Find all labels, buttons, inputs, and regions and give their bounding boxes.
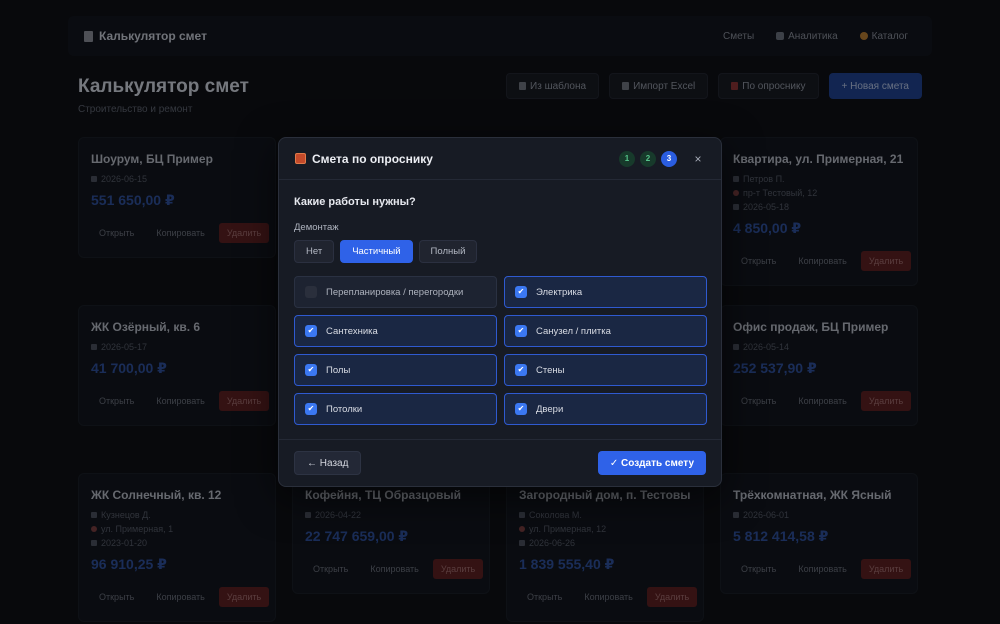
checkbox[interactable]: ✔: [515, 403, 527, 415]
work-option[interactable]: ✔ Полы: [294, 354, 497, 386]
work-option[interactable]: ✔ Двери: [504, 393, 707, 425]
option-label: Санузел / плитка: [536, 325, 611, 337]
calendar-icon: [295, 153, 306, 164]
step-2: 2: [640, 150, 656, 167]
option-label: Сантехника: [326, 325, 378, 337]
work-option[interactable]: ✔ Потолки: [294, 393, 497, 425]
segment-partial[interactable]: Частичный: [340, 240, 413, 263]
work-option[interactable]: ✔ Санузел / плитка: [504, 315, 707, 347]
modal-footer: ← Назад ✓ Создать смету: [279, 439, 721, 486]
option-label: Стены: [536, 364, 565, 376]
step-indicator: 1 2 3: [619, 150, 677, 167]
checkbox[interactable]: ✔: [515, 286, 527, 298]
modal-title-text: Смета по опроснику: [312, 151, 433, 166]
modal-title: Смета по опроснику: [295, 152, 433, 166]
checkbox[interactable]: ✔: [305, 364, 317, 376]
option-label: Перепланировка / перегородки: [326, 286, 464, 298]
work-options-grid: Перепланировка / перегородки ✔ Электрика ✔…: [294, 276, 707, 425]
questionnaire-modal: Смета по опроснику 1 2 3 × Какие работы …: [278, 137, 722, 487]
create-estimate-button[interactable]: ✓ Создать смету: [597, 451, 706, 475]
segment-full[interactable]: Полный: [418, 240, 478, 263]
work-option[interactable]: Перепланировка / перегородки: [294, 276, 497, 308]
back-button[interactable]: ← Назад: [294, 451, 362, 475]
checkbox[interactable]: ✔: [305, 325, 317, 337]
work-option[interactable]: ✔ Стены: [504, 354, 707, 386]
option-label: Электрика: [536, 286, 583, 298]
checkbox[interactable]: ✔: [515, 325, 527, 337]
segment-none[interactable]: Нет: [294, 240, 335, 263]
checkbox[interactable]: [305, 286, 317, 298]
option-label: Двери: [536, 403, 564, 415]
step-1: 1: [619, 150, 635, 167]
checkbox[interactable]: ✔: [515, 364, 527, 376]
checkbox[interactable]: ✔: [305, 403, 317, 415]
step-3: 3: [661, 150, 677, 167]
work-option[interactable]: ✔ Электрика: [504, 276, 707, 308]
option-label: Полы: [326, 364, 351, 376]
question-heading: Какие работы нужны?: [294, 196, 416, 208]
work-option[interactable]: ✔ Сантехника: [294, 315, 497, 347]
option-label: Потолки: [326, 403, 363, 415]
demolition-label: Демонтаж: [294, 222, 339, 233]
modal-body: Какие работы нужны? Демонтаж Нет Частичн…: [279, 180, 721, 425]
close-button[interactable]: ×: [691, 152, 705, 166]
demolition-segmented-control: Нет Частичный Полный: [294, 240, 706, 263]
modal-header: Смета по опроснику 1 2 3 ×: [279, 138, 721, 180]
